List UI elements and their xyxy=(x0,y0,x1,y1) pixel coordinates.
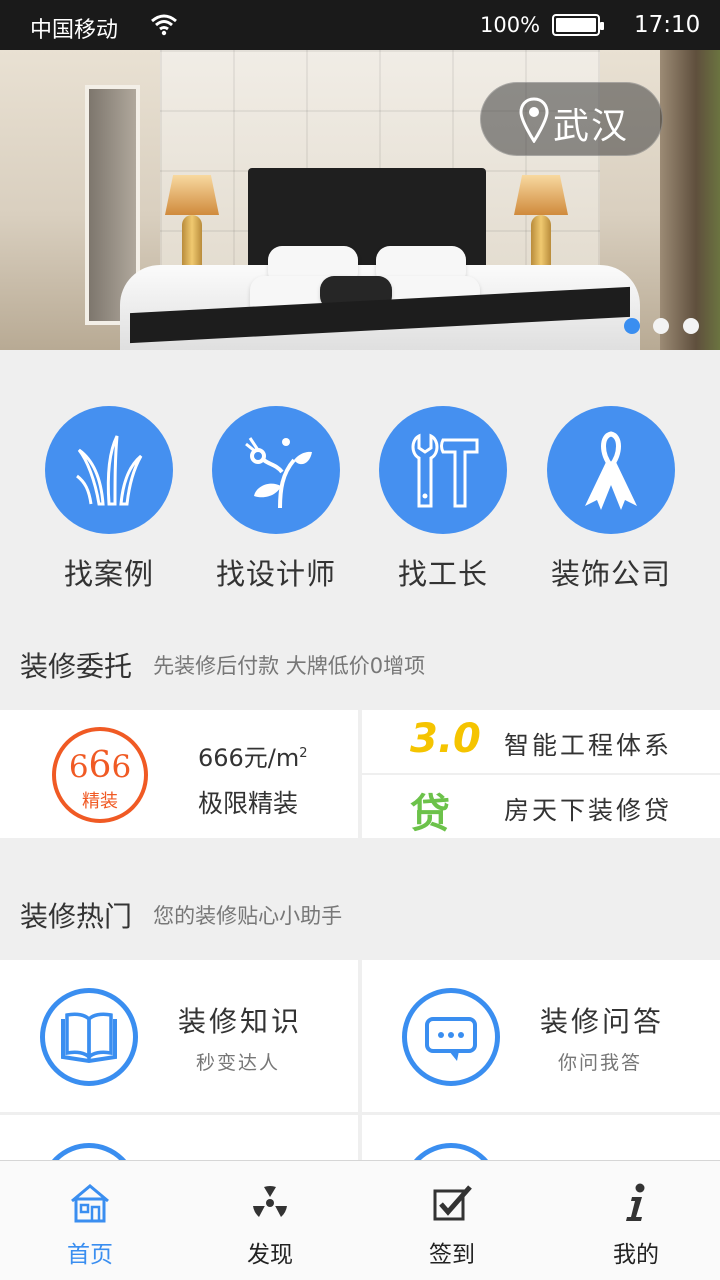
tool-desc: 秒变达人 xyxy=(196,1052,281,1074)
version-3-icon: 3.0 xyxy=(410,716,481,762)
clock: 17:10 xyxy=(634,12,701,38)
category-find-designer[interactable]: 找设计师 xyxy=(192,406,360,596)
tool-desc: 你问我答 xyxy=(558,1052,643,1074)
tab-label: 首页 xyxy=(67,1242,113,1268)
tools-icon xyxy=(411,433,479,508)
tab-discover[interactable]: 发现 xyxy=(180,1161,360,1280)
radiation-icon xyxy=(253,1185,287,1217)
promo-label: 房天下装修贷 xyxy=(504,796,673,825)
category-label: 装饰公司 xyxy=(550,557,671,591)
promo-label: 智能工程体系 xyxy=(504,731,673,760)
hot-header: 装修热门 您的装修贴心小助手 xyxy=(20,895,342,935)
package-price: 666元/m2 xyxy=(198,744,308,772)
status-bar: 中国移动 100% 17:10 xyxy=(0,0,720,50)
home-icon xyxy=(71,1184,109,1223)
loan-icon: 贷 xyxy=(410,791,450,837)
package-badge: 666 精装 xyxy=(52,727,148,823)
tab-label: 签到 xyxy=(429,1242,475,1268)
tool-item[interactable] xyxy=(0,1115,358,1165)
checkbox-icon xyxy=(433,1185,472,1221)
city-selector[interactable]: 武汉 xyxy=(480,82,663,156)
battery-percent: 100% xyxy=(480,13,541,37)
category-find-cases[interactable]: 找案例 xyxy=(25,406,193,596)
carousel-indicator xyxy=(620,318,710,338)
wifi-icon xyxy=(151,14,177,36)
carrier-label: 中国移动 xyxy=(30,18,119,43)
commission-header: 装修委托 先装修后付款 大牌低价0增项 xyxy=(20,645,425,685)
section-title: 装修热门 xyxy=(20,900,133,933)
tool-name: 装修知识 xyxy=(178,1005,303,1038)
tab-label: 发现 xyxy=(247,1242,293,1268)
premium-package-card[interactable]: 666 精装 666元/m2 极限精装 xyxy=(0,710,358,838)
book-icon xyxy=(61,1012,117,1064)
package-name: 极限精装 xyxy=(198,789,299,818)
carousel-dot[interactable] xyxy=(683,318,699,334)
grass-icon xyxy=(76,435,143,506)
tab-profile[interactable]: 我的 xyxy=(546,1161,720,1280)
category-label: 找设计师 xyxy=(215,557,336,591)
section-title: 装修委托 xyxy=(20,650,133,683)
tool-knowledge[interactable]: 装修知识 秒变达人 xyxy=(0,960,358,1112)
plant-icon xyxy=(245,437,312,509)
carousel-dot[interactable] xyxy=(653,318,669,334)
chat-bubble-icon xyxy=(425,1017,477,1061)
tool-name: 装修问答 xyxy=(540,1005,665,1038)
renovation-loan-link[interactable]: 贷 房天下装修贷 xyxy=(362,775,720,838)
tab-label: 我的 xyxy=(613,1242,659,1268)
smart-engineering-link[interactable]: 3.0 智能工程体系 xyxy=(362,710,720,773)
tool-item[interactable] xyxy=(362,1115,720,1165)
carousel-dot[interactable] xyxy=(624,318,640,334)
tab-checkin[interactable]: 签到 xyxy=(362,1161,542,1280)
category-label: 找工长 xyxy=(397,557,488,591)
category-label: 找案例 xyxy=(63,557,154,591)
city-label: 武汉 xyxy=(553,106,630,147)
info-icon xyxy=(626,1183,645,1221)
ribbon-icon xyxy=(585,431,637,510)
tool-qa[interactable]: 装修问答 你问我答 xyxy=(362,960,720,1112)
category-decoration-company[interactable]: 装饰公司 xyxy=(527,406,695,596)
bottom-tab-bar: 首页 发现 签到 我的 xyxy=(0,1160,720,1280)
section-subtitle: 先装修后付款 大牌低价0增项 xyxy=(153,654,426,678)
tab-home[interactable]: 首页 xyxy=(0,1161,180,1280)
map-pin-icon xyxy=(519,97,549,143)
section-subtitle: 您的装修贴心小助手 xyxy=(153,904,343,928)
category-find-foreman[interactable]: 找工长 xyxy=(359,406,527,596)
battery-icon xyxy=(552,14,604,36)
